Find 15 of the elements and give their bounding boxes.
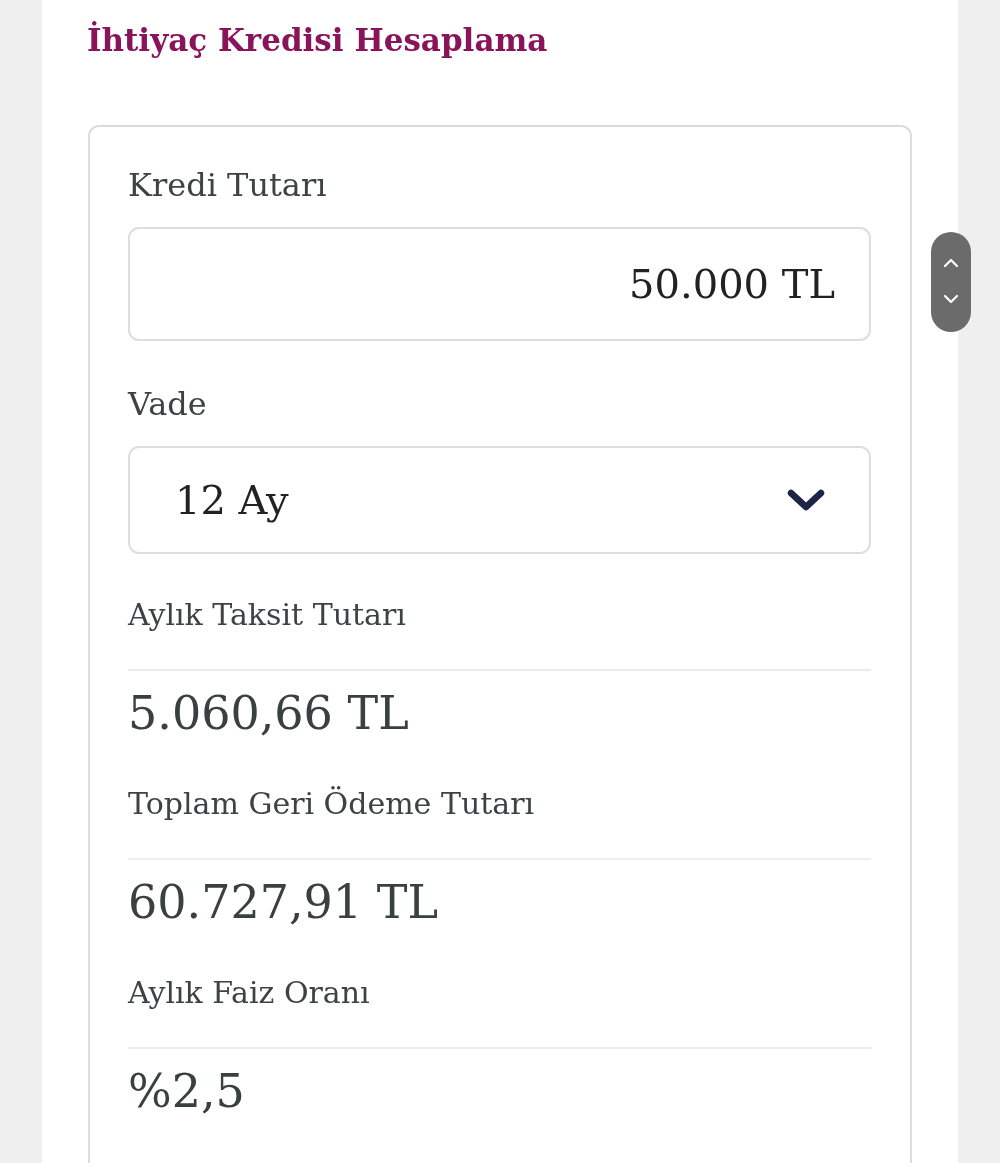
term-dropdown[interactable]: 12 Ay — [128, 446, 871, 554]
scroll-handle[interactable] — [931, 232, 971, 332]
result-label: Toplam Geri Ödeme Tutarı — [128, 785, 536, 823]
chevron-up-icon — [943, 258, 959, 268]
field-label: Vade — [128, 384, 208, 424]
result-label: Aylık Taksit Tutarı — [128, 596, 407, 634]
amount-input-field[interactable]: 50.000 TL — [128, 227, 871, 341]
chevron-down-icon — [787, 489, 825, 511]
page-title: İhtiyaç Kredisi Hesaplama — [87, 20, 548, 60]
result-value: %2,5 — [128, 1063, 246, 1120]
result-value: 60.727,91 TL — [128, 874, 439, 931]
result-label: Aylık Faiz Oranı — [128, 974, 371, 1012]
field-label: Kredi Tutarı — [128, 165, 328, 205]
result-value: 5.060,66 TL — [128, 685, 410, 742]
chevron-down-icon — [943, 294, 959, 304]
